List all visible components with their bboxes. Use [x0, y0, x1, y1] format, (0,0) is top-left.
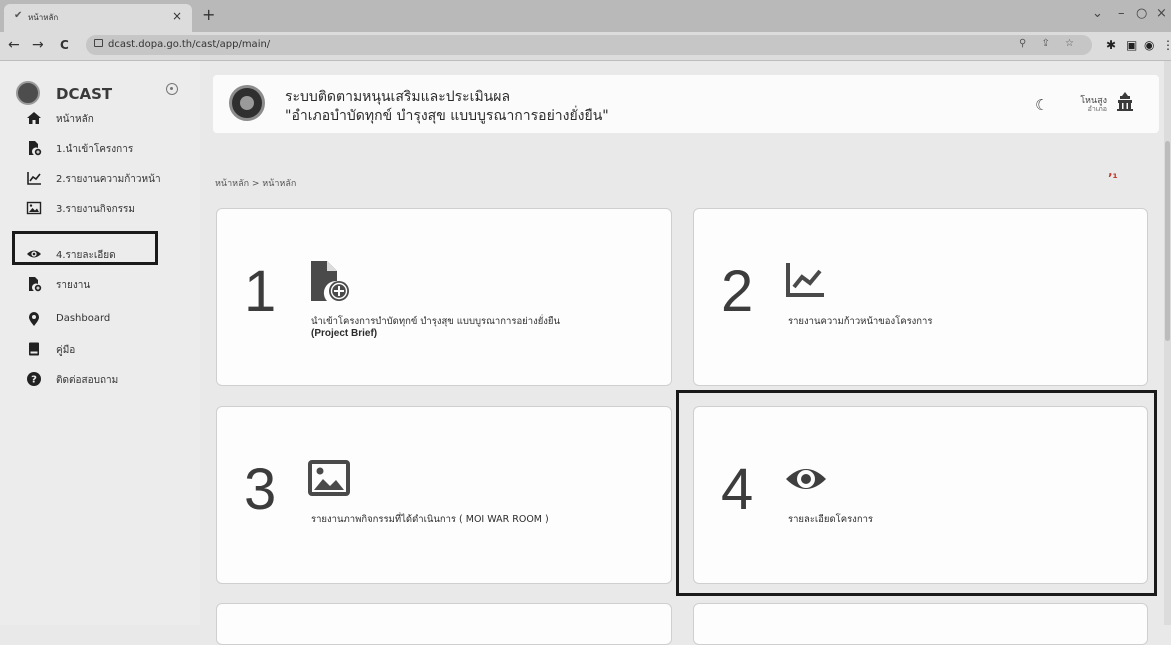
sidebar-item-label: รายงาน [56, 280, 91, 291]
main-content: ระบบติดตามหนุนเสริมและประเมินผล "อำเภอบำ… [200, 61, 1171, 645]
card-text: นำเข้าโครงการบำบัดทุกข์ บำรุงสุข แบบบูรณ… [311, 316, 560, 340]
svg-text:?: ? [31, 375, 37, 386]
extensions-icon[interactable]: ✱ [1106, 38, 1116, 52]
sidebar-toggle-icon[interactable] [166, 83, 178, 95]
sidebar-item-report[interactable]: รายงาน [0, 272, 200, 296]
browser-tab-bar: ✔ หน้าหลัก × + ⌄ – ○ × [0, 0, 1171, 32]
dark-mode-toggle-icon[interactable]: ☾ [1035, 96, 1048, 114]
lock-icon [94, 39, 103, 47]
chart-line-icon [784, 259, 828, 303]
sidebar: DCAST หน้าหลัก 1.นำเข้าโครงการ 2.รายงานค… [0, 61, 200, 625]
sidebar-item-label: 3.รายงานกิจกรรม [56, 204, 136, 215]
breadcrumb[interactable]: หน้าหลัก > หน้าหลัก [215, 176, 296, 190]
sidebar-item-label: หน้าหลัก [56, 114, 94, 125]
profile-icon[interactable]: ◉ [1144, 38, 1154, 52]
sidebar-item-label: ติดต่อสอบถาม [56, 375, 119, 386]
card-import-project[interactable]: 1 นำเข้าโครงการบำบัดทุกข์ บำรุงสุข แบบบู… [216, 208, 672, 386]
card-activity-report[interactable]: 3 รายงานภาพกิจกรรมที่ได้ดำเนินการ ( MOI … [216, 406, 672, 584]
sidebar-item-import[interactable]: 1.นำเข้าโครงการ [0, 136, 200, 160]
card-number: 2 [721, 259, 754, 324]
card-partial[interactable] [216, 603, 672, 645]
reload-button[interactable]: C [60, 38, 69, 52]
card-title: รายงานความก้าวหน้าของโครงการ [788, 316, 933, 327]
card-text: รายงานความก้าวหน้าของโครงการ [788, 316, 933, 328]
user-role: อำเภอ [1087, 105, 1107, 113]
scrollbar-thumb[interactable] [1165, 141, 1170, 341]
tab-title: หน้าหลัก [28, 13, 59, 22]
highlight-box-card [676, 390, 1157, 596]
chart-line-icon [26, 170, 42, 186]
omnibox-action-icons[interactable]: ⚲ ⇪ ☆ [1019, 38, 1080, 49]
sidebar-item-contact[interactable]: ? ติดต่อสอบถาม [0, 367, 200, 391]
highlight-box-sidebar [12, 231, 158, 265]
page-scrollbar[interactable] [1164, 61, 1171, 625]
image-icon [307, 457, 351, 501]
sidebar-item-label: Dashboard [56, 313, 111, 324]
card-text: รายงานภาพกิจกรรมที่ได้ดำเนินการ ( MOI WA… [311, 514, 549, 526]
card-title: รายงานภาพกิจกรรมที่ได้ดำเนินการ ( MOI WA… [311, 514, 549, 525]
notification-mark: ʼ¹ [1108, 171, 1118, 185]
sidebar-item-label: 2.รายงานความก้าวหน้า [56, 174, 161, 185]
dcast-logo [16, 81, 40, 105]
minimize-icon[interactable]: – [1118, 6, 1125, 21]
sidebar-item-dashboard[interactable]: Dashboard [0, 307, 200, 331]
forward-button[interactable]: → [32, 37, 44, 53]
card-number: 1 [244, 259, 277, 324]
brand-name: DCAST [56, 85, 113, 103]
image-icon [26, 200, 42, 216]
sidebar-item-label: คู่มือ [56, 345, 76, 356]
page-header: ระบบติดตามหนุนเสริมและประเมินผล "อำเภอบำ… [213, 75, 1159, 133]
file-add-icon [26, 140, 42, 156]
browser-tab[interactable]: ✔ หน้าหลัก × [4, 4, 192, 32]
back-button[interactable]: ← [8, 37, 20, 53]
url-field[interactable]: dcast.dopa.go.th/cast/app/main/ ⚲ ⇪ ☆ [86, 35, 1092, 55]
sidepanel-icon[interactable]: ▣ [1126, 38, 1137, 52]
header-title-line2: "อำเภอบำบัดทุกข์ บำรุงสุข แบบบูรณาการอย่… [285, 108, 609, 124]
sidebar-item-label: 1.นำเข้าโครงการ [56, 144, 134, 155]
home-icon [26, 110, 42, 126]
sidebar-item-home[interactable]: หน้าหลัก [0, 106, 200, 130]
card-number: 3 [244, 457, 277, 522]
url-text: dcast.dopa.go.th/cast/app/main/ [108, 39, 271, 50]
sidebar-item-progress[interactable]: 2.รายงานความก้าวหน้า [0, 166, 200, 190]
tab-close-icon[interactable]: × [172, 9, 182, 23]
file-add-icon [307, 259, 351, 303]
dopa-seal-logo [229, 85, 265, 121]
question-icon: ? [26, 371, 42, 387]
browser-menu-icon[interactable]: ⋮ [1162, 38, 1171, 52]
card-partial[interactable] [693, 603, 1148, 645]
tab-list-icon[interactable]: ⌄ [1092, 6, 1103, 21]
sidebar-item-manual[interactable]: คู่มือ [0, 337, 200, 361]
book-icon [26, 341, 42, 357]
maximize-icon[interactable]: ○ [1136, 6, 1147, 21]
sidebar-item-activity[interactable]: 3.รายงานกิจกรรม [0, 196, 200, 220]
close-window-icon[interactable]: × [1156, 6, 1167, 21]
file-add-icon [26, 276, 42, 292]
user-avatar-icon[interactable] [1115, 91, 1135, 116]
map-pin-icon [26, 311, 42, 327]
card-subtitle: (Project Brief) [311, 328, 378, 339]
tab-favicon-icon: ✔ [14, 10, 23, 21]
new-tab-button[interactable]: + [202, 5, 215, 24]
browser-address-bar: ← → C dcast.dopa.go.th/cast/app/main/ ⚲ … [0, 32, 1171, 61]
card-progress-report[interactable]: 2 รายงานความก้าวหน้าของโครงการ [693, 208, 1148, 386]
card-title: นำเข้าโครงการบำบัดทุกข์ บำรุงสุข แบบบูรณ… [311, 316, 560, 327]
